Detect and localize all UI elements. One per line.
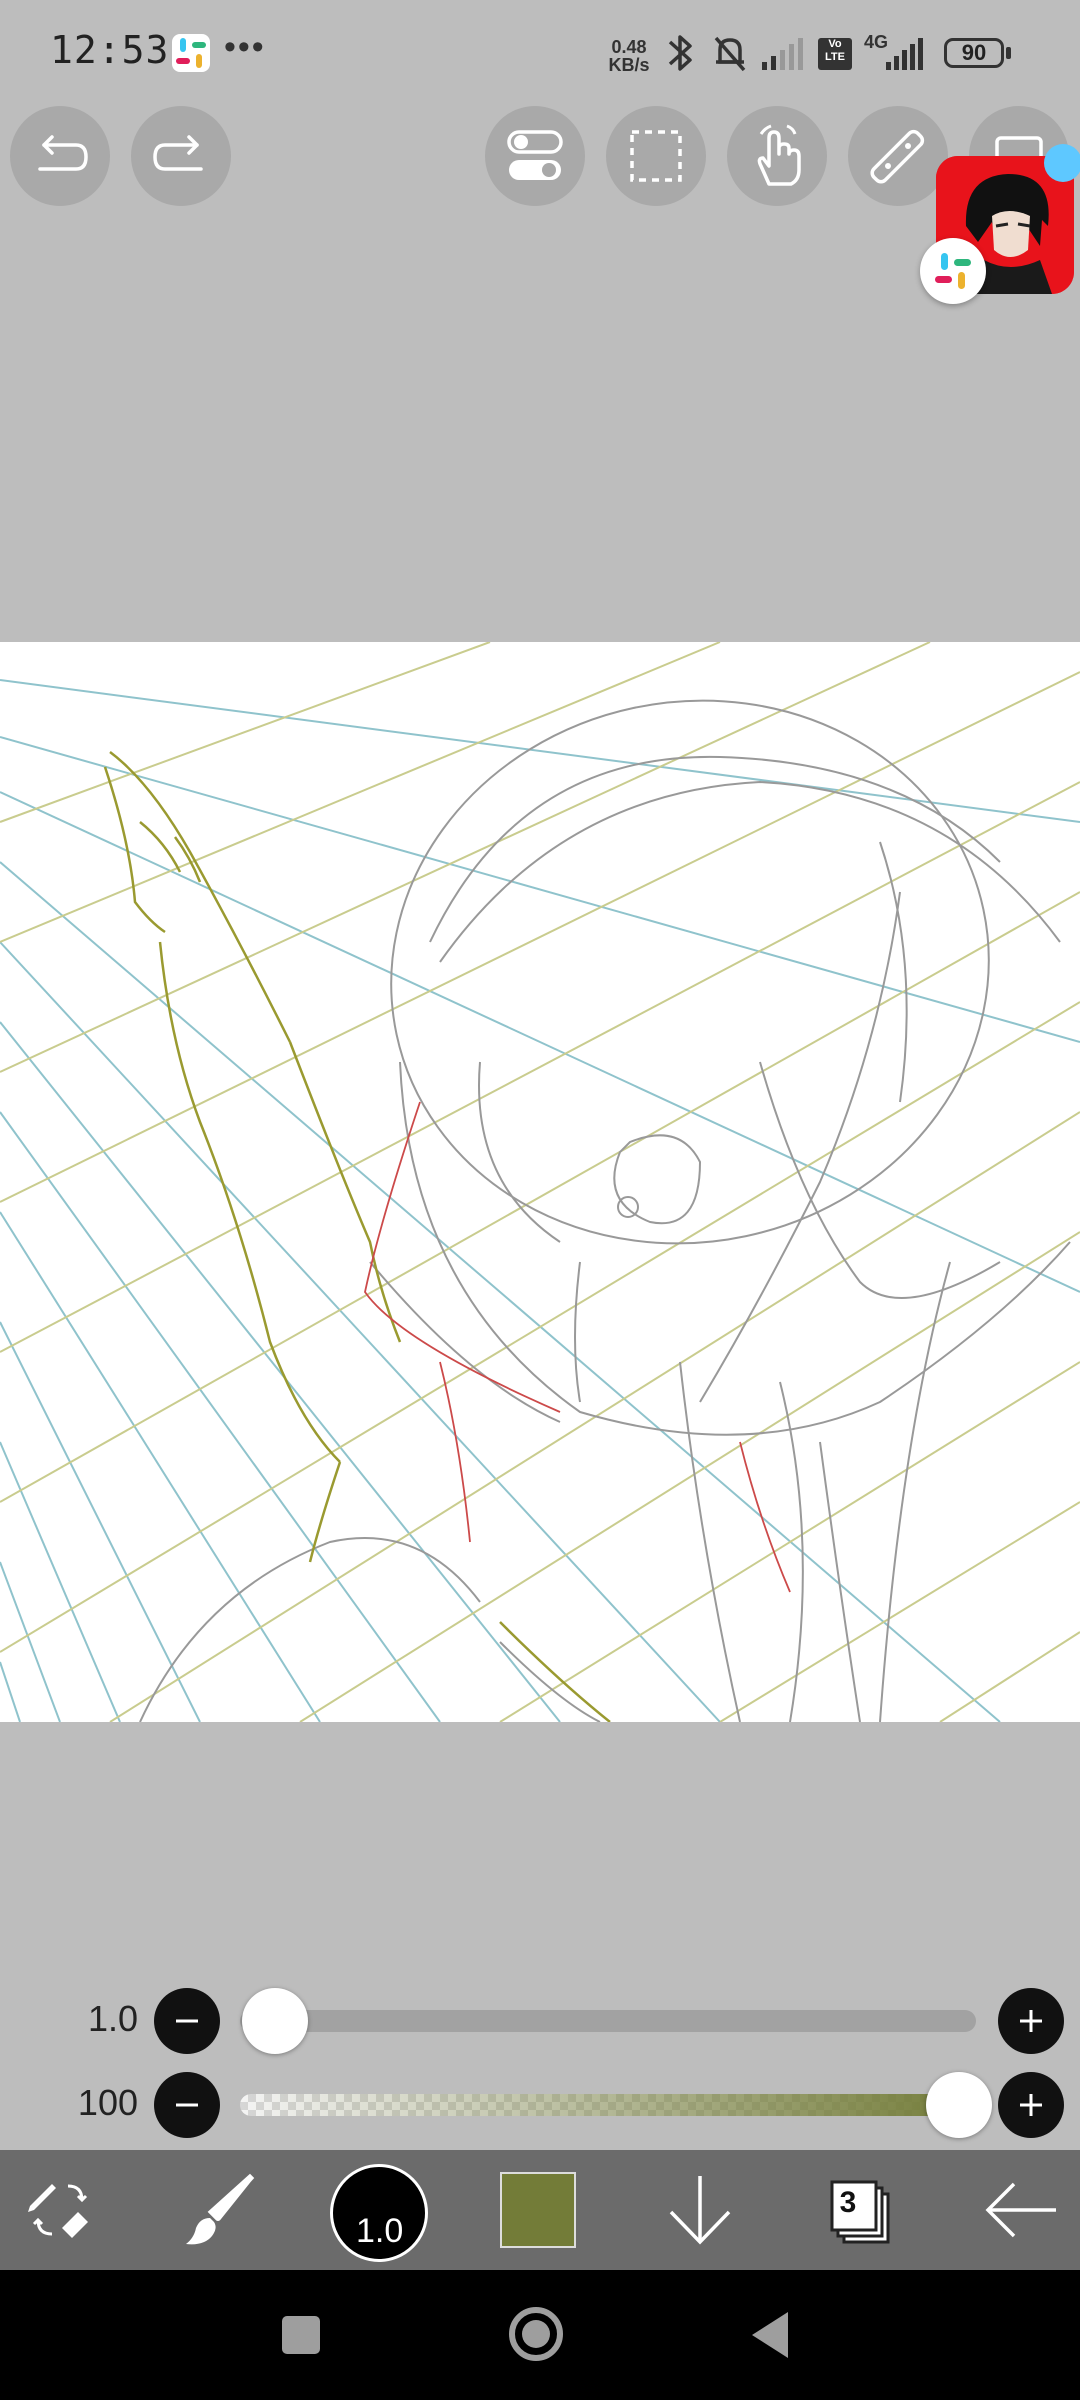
plus-icon — [1020, 2094, 1042, 2116]
hand-tool-button[interactable] — [727, 106, 827, 206]
toggle-settings-button[interactable] — [485, 106, 585, 206]
triangle-back-icon — [752, 2312, 788, 2358]
home-button[interactable] — [508, 2306, 564, 2362]
opacity-value: 100 — [77, 2082, 138, 2123]
brush-icon — [186, 2173, 255, 2245]
pen-eraser-switch-icon — [28, 2184, 88, 2238]
signal-4g-icon: 4G — [862, 28, 932, 79]
bluetooth-icon — [662, 32, 700, 79]
layer-count: 3 — [839, 2186, 857, 2219]
ruler-button[interactable] — [848, 106, 948, 206]
opacity-slider-thumb[interactable] — [926, 2072, 992, 2138]
battery-tip — [1006, 47, 1011, 59]
drawing-canvas[interactable] — [0, 642, 1080, 1722]
tool-switch-button[interactable] — [10, 2150, 110, 2270]
battery-indicator: 90 — [944, 38, 1004, 68]
opacity-increase-button[interactable] — [998, 2072, 1064, 2138]
recent-apps-button[interactable] — [282, 2316, 320, 2354]
color-picker-swatch[interactable] — [500, 2172, 576, 2248]
net-speed-unit: KB/s — [608, 55, 650, 75]
head-sketch — [139, 699, 1071, 1722]
minus-icon — [176, 2019, 198, 2023]
brush-tool-button[interactable] — [170, 2150, 270, 2270]
brush-size-decrease-button[interactable] — [154, 1988, 220, 2054]
back-button[interactable] — [970, 2150, 1070, 2270]
undo-button[interactable] — [10, 106, 110, 206]
system-nav-bar — [0, 2270, 1080, 2400]
brush-size-increase-button[interactable] — [998, 1988, 1064, 2054]
selection-button[interactable] — [606, 106, 706, 206]
selection-icon — [630, 130, 682, 182]
system-back-button[interactable] — [748, 2310, 792, 2360]
brush-size-slider[interactable] — [240, 2010, 976, 2032]
net-speed: 0.48 KB/s — [604, 38, 654, 74]
volte-icon: Vo LTE — [818, 38, 852, 70]
undo-icon — [38, 135, 88, 171]
plus-icon — [1020, 2010, 1042, 2032]
opacity-decrease-button[interactable] — [154, 2072, 220, 2138]
notification-dot — [1044, 144, 1080, 182]
mute-bell-icon — [710, 32, 750, 79]
ruler-icon — [870, 129, 925, 184]
perspective-guide-yellow — [0, 642, 1080, 1722]
net-speed-value: 0.48 — [611, 37, 647, 57]
home-icon — [509, 2307, 563, 2361]
toggle-icon — [507, 130, 563, 180]
minus-icon — [176, 2103, 198, 2107]
opacity-slider[interactable] — [240, 2094, 976, 2116]
slack-badge-icon — [920, 238, 986, 304]
network-type-label: 4G — [864, 32, 889, 52]
brush-size-slider-thumb[interactable] — [242, 1988, 308, 2054]
slack-notification-icon — [172, 34, 210, 72]
signal-icon — [760, 32, 810, 79]
sketch-artwork — [0, 642, 1080, 1722]
perspective-guide-blue — [0, 679, 1080, 1722]
redo-button[interactable] — [131, 106, 231, 206]
brush-size-value: 1.0 — [87, 1998, 138, 2039]
status-time: 12:53 — [50, 28, 170, 72]
brush-size-label: 1.0 — [356, 2212, 404, 2250]
save-down-button[interactable] — [650, 2150, 750, 2270]
arm-sketch — [103, 751, 611, 1722]
hand-icon — [757, 124, 801, 186]
redo-icon — [153, 135, 203, 171]
arrow-down-icon — [669, 2176, 731, 2245]
arrow-left-icon — [985, 2182, 1056, 2238]
status-bar: 12:53 ••• 0.48 KB/s Vo LTE 4G 90 — [0, 0, 1080, 100]
more-notifications-icon: ••• — [224, 28, 266, 66]
